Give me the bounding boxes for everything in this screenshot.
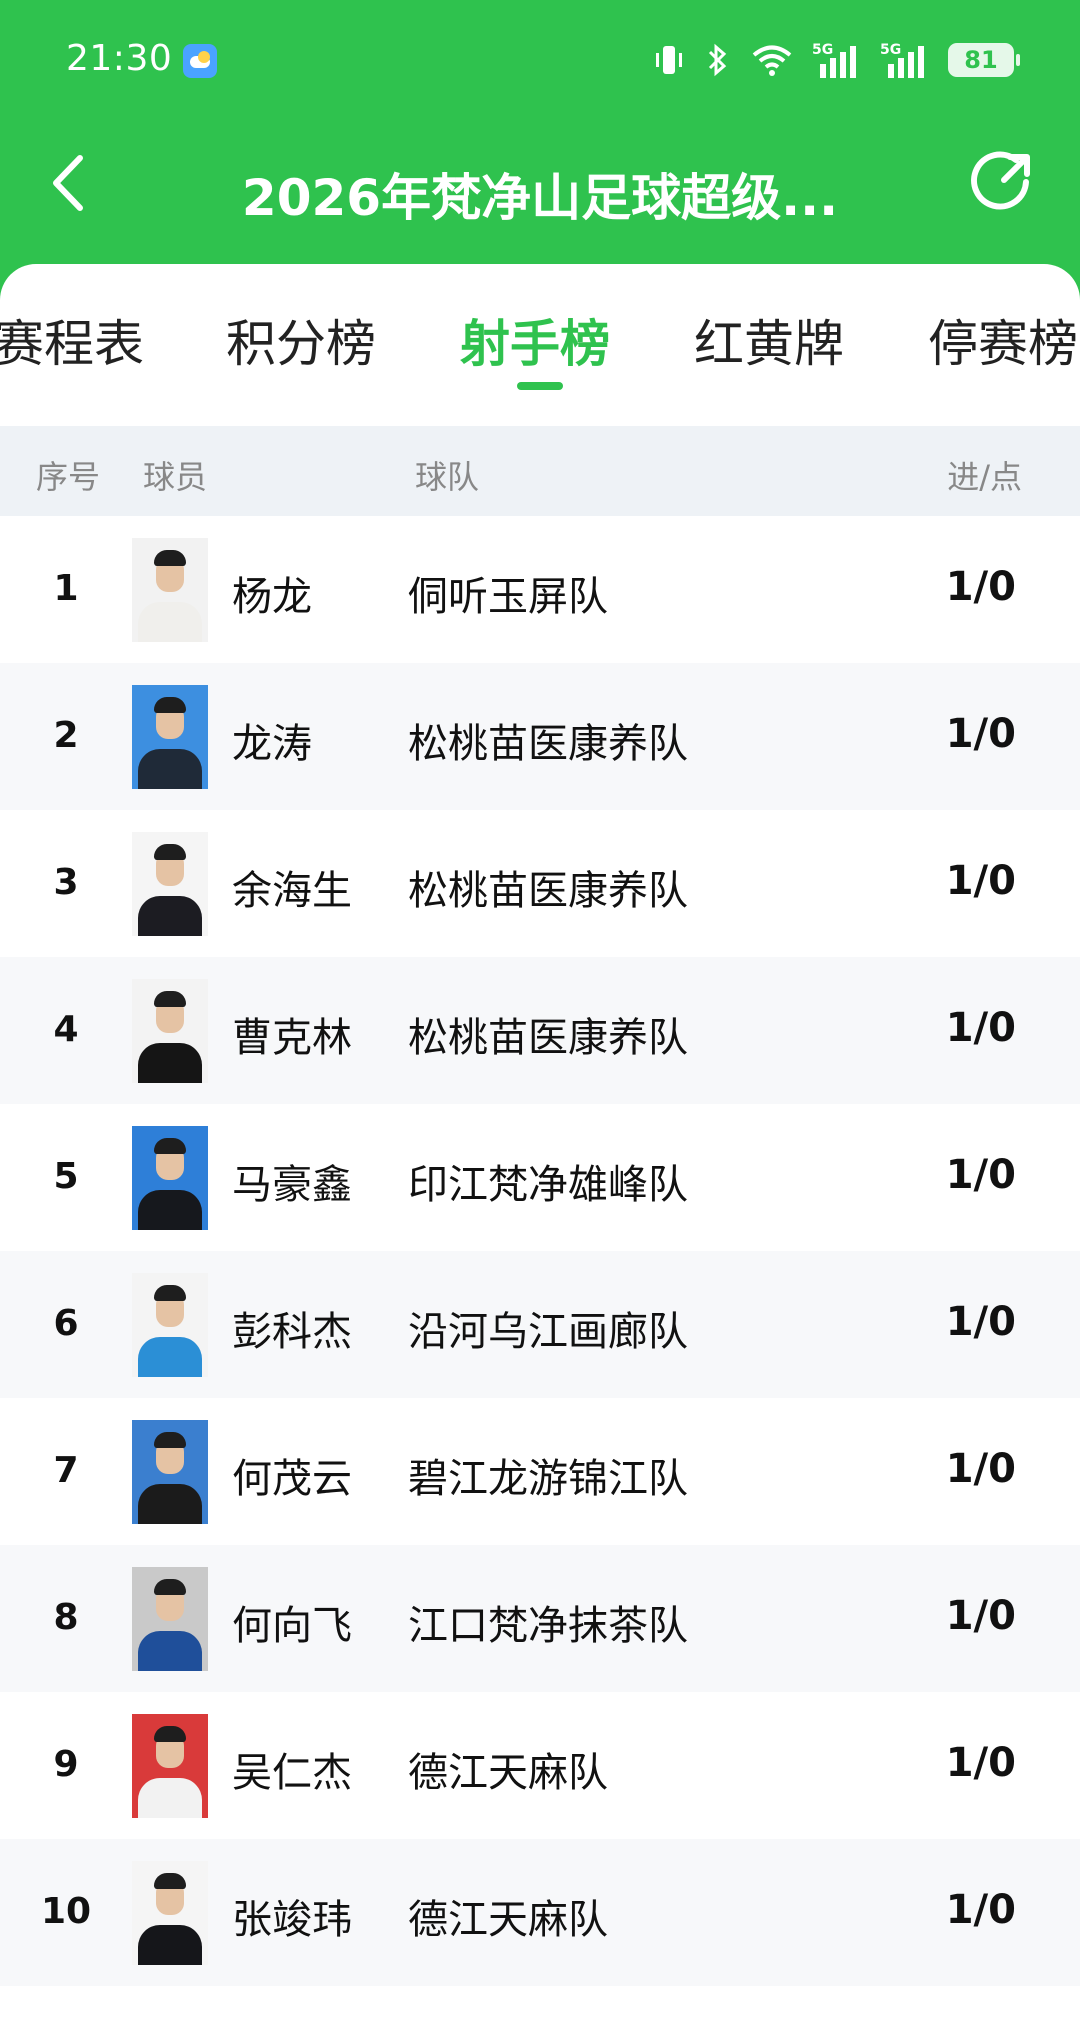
signal-label: 5G xyxy=(880,42,901,58)
table-header: 序号 球员 球队 进/点 xyxy=(0,426,1080,516)
tab-schedule[interactable]: 赛程表 xyxy=(0,304,144,376)
team-name: 松桃苗医康养队 xyxy=(408,868,688,914)
player-photo xyxy=(132,1861,208,1965)
goals-penalties: 1/0 xyxy=(945,1446,1016,1492)
player-photo xyxy=(132,1273,208,1377)
table-row[interactable]: 10 张竣玮 德江天麻队 1/0 xyxy=(0,1839,1080,1986)
row-rank: 7 xyxy=(53,1450,79,1491)
tab-bar: 赛程表 积分榜 射手榜 红黄牌 停赛榜 xyxy=(0,264,1080,424)
header-team: 球队 xyxy=(415,458,480,496)
table-row[interactable]: 6 彭科杰 沿河乌江画廊队 1/0 xyxy=(0,1251,1080,1398)
row-rank: 3 xyxy=(53,862,79,903)
table-row[interactable]: 2 龙涛 松桃苗医康养队 1/0 xyxy=(0,663,1080,810)
status-bar: 21:30 5G 5G 81 xyxy=(0,28,1080,98)
signal-label: 5G xyxy=(812,42,833,58)
goals-penalties: 1/0 xyxy=(945,1887,1016,1933)
player-name: 杨龙 xyxy=(232,574,312,620)
goals-penalties: 1/0 xyxy=(945,564,1016,610)
team-name: 德江天麻队 xyxy=(408,1750,608,1796)
player-name: 张竣玮 xyxy=(232,1897,352,1943)
player-photo xyxy=(132,979,208,1083)
team-name: 印江梵净雄峰队 xyxy=(408,1162,688,1208)
bluetooth-icon xyxy=(702,42,732,78)
weather-icon xyxy=(183,44,217,78)
goals-penalties: 1/0 xyxy=(945,1299,1016,1345)
team-name: 松桃苗医康养队 xyxy=(408,1015,688,1061)
player-name: 何向飞 xyxy=(232,1603,352,1649)
vibrate-icon xyxy=(654,42,684,78)
table-row[interactable]: 3 余海生 松桃苗医康养队 1/0 xyxy=(0,810,1080,957)
tab-cards[interactable]: 红黄牌 xyxy=(694,304,844,376)
player-name: 马豪鑫 xyxy=(232,1162,352,1208)
player-photo xyxy=(132,832,208,936)
player-photo xyxy=(132,1567,208,1671)
row-rank: 8 xyxy=(53,1597,79,1638)
header-bar: 21:30 5G 5G 81 2026年梵净山足球超级... xyxy=(0,0,1080,300)
team-name: 侗听玉屏队 xyxy=(408,574,608,620)
team-name: 江口梵净抹茶队 xyxy=(408,1603,688,1649)
goals-penalties: 1/0 xyxy=(945,1593,1016,1639)
player-photo xyxy=(132,1714,208,1818)
tab-standings[interactable]: 积分榜 xyxy=(226,304,376,376)
table-row[interactable]: 8 何向飞 江口梵净抹茶队 1/0 xyxy=(0,1545,1080,1692)
player-name: 曹克林 xyxy=(232,1015,352,1061)
player-name: 何茂云 xyxy=(232,1456,352,1502)
player-name: 吴仁杰 xyxy=(232,1750,352,1796)
row-rank: 10 xyxy=(40,1891,92,1932)
table-row[interactable]: 5 马豪鑫 印江梵净雄峰队 1/0 xyxy=(0,1104,1080,1251)
wifi-icon xyxy=(750,42,794,78)
table-row[interactable]: 4 曹克林 松桃苗医康养队 1/0 xyxy=(0,957,1080,1104)
player-photo xyxy=(132,1126,208,1230)
goals-penalties: 1/0 xyxy=(945,1005,1016,1051)
player-photo xyxy=(132,1420,208,1524)
table-row[interactable]: 9 吴仁杰 德江天麻队 1/0 xyxy=(0,1692,1080,1839)
header-goals: 进/点 xyxy=(947,458,1022,496)
goals-penalties: 1/0 xyxy=(945,1152,1016,1198)
signal-5g-icon: 5G xyxy=(812,40,862,80)
chevron-left-icon[interactable] xyxy=(44,150,94,216)
row-rank: 1 xyxy=(53,568,79,609)
player-name: 彭科杰 xyxy=(232,1309,352,1355)
player-name: 龙涛 xyxy=(232,721,312,767)
row-rank: 4 xyxy=(53,1009,79,1050)
header-player: 球员 xyxy=(143,458,208,496)
active-tab-indicator xyxy=(517,382,563,390)
player-photo xyxy=(132,538,208,642)
row-rank: 5 xyxy=(53,1156,79,1197)
tab-scorers[interactable]: 射手榜 xyxy=(460,304,610,376)
status-time: 21:30 xyxy=(66,38,173,79)
header-rank: 序号 xyxy=(36,458,101,496)
team-name: 松桃苗医康养队 xyxy=(408,721,688,767)
share-icon[interactable] xyxy=(970,148,1036,214)
page-title: 2026年梵净山足球超级... xyxy=(241,169,839,227)
battery-icon: 81 xyxy=(948,43,1020,77)
team-name: 沿河乌江画廊队 xyxy=(408,1309,688,1355)
table-row[interactable]: 7 何茂云 碧江龙游锦江队 1/0 xyxy=(0,1398,1080,1545)
status-icons: 5G 5G 81 xyxy=(654,40,1020,80)
signal-5g-icon: 5G xyxy=(880,40,930,80)
row-rank: 2 xyxy=(53,715,79,756)
team-name: 德江天麻队 xyxy=(408,1897,608,1943)
goals-penalties: 1/0 xyxy=(945,858,1016,904)
goals-penalties: 1/0 xyxy=(945,711,1016,757)
tab-suspensions[interactable]: 停赛榜 xyxy=(928,304,1078,376)
player-name: 余海生 xyxy=(232,868,352,914)
table-row[interactable]: 1 杨龙 侗听玉屏队 1/0 xyxy=(0,516,1080,663)
content-card: 赛程表 积分榜 射手榜 红黄牌 停赛榜 序号 球员 球队 进/点 1 杨龙 侗听… xyxy=(0,264,1080,2042)
goals-penalties: 1/0 xyxy=(945,1740,1016,1786)
player-photo xyxy=(132,685,208,789)
team-name: 碧江龙游锦江队 xyxy=(408,1456,688,1502)
row-rank: 9 xyxy=(53,1744,79,1785)
row-rank: 6 xyxy=(53,1303,79,1344)
